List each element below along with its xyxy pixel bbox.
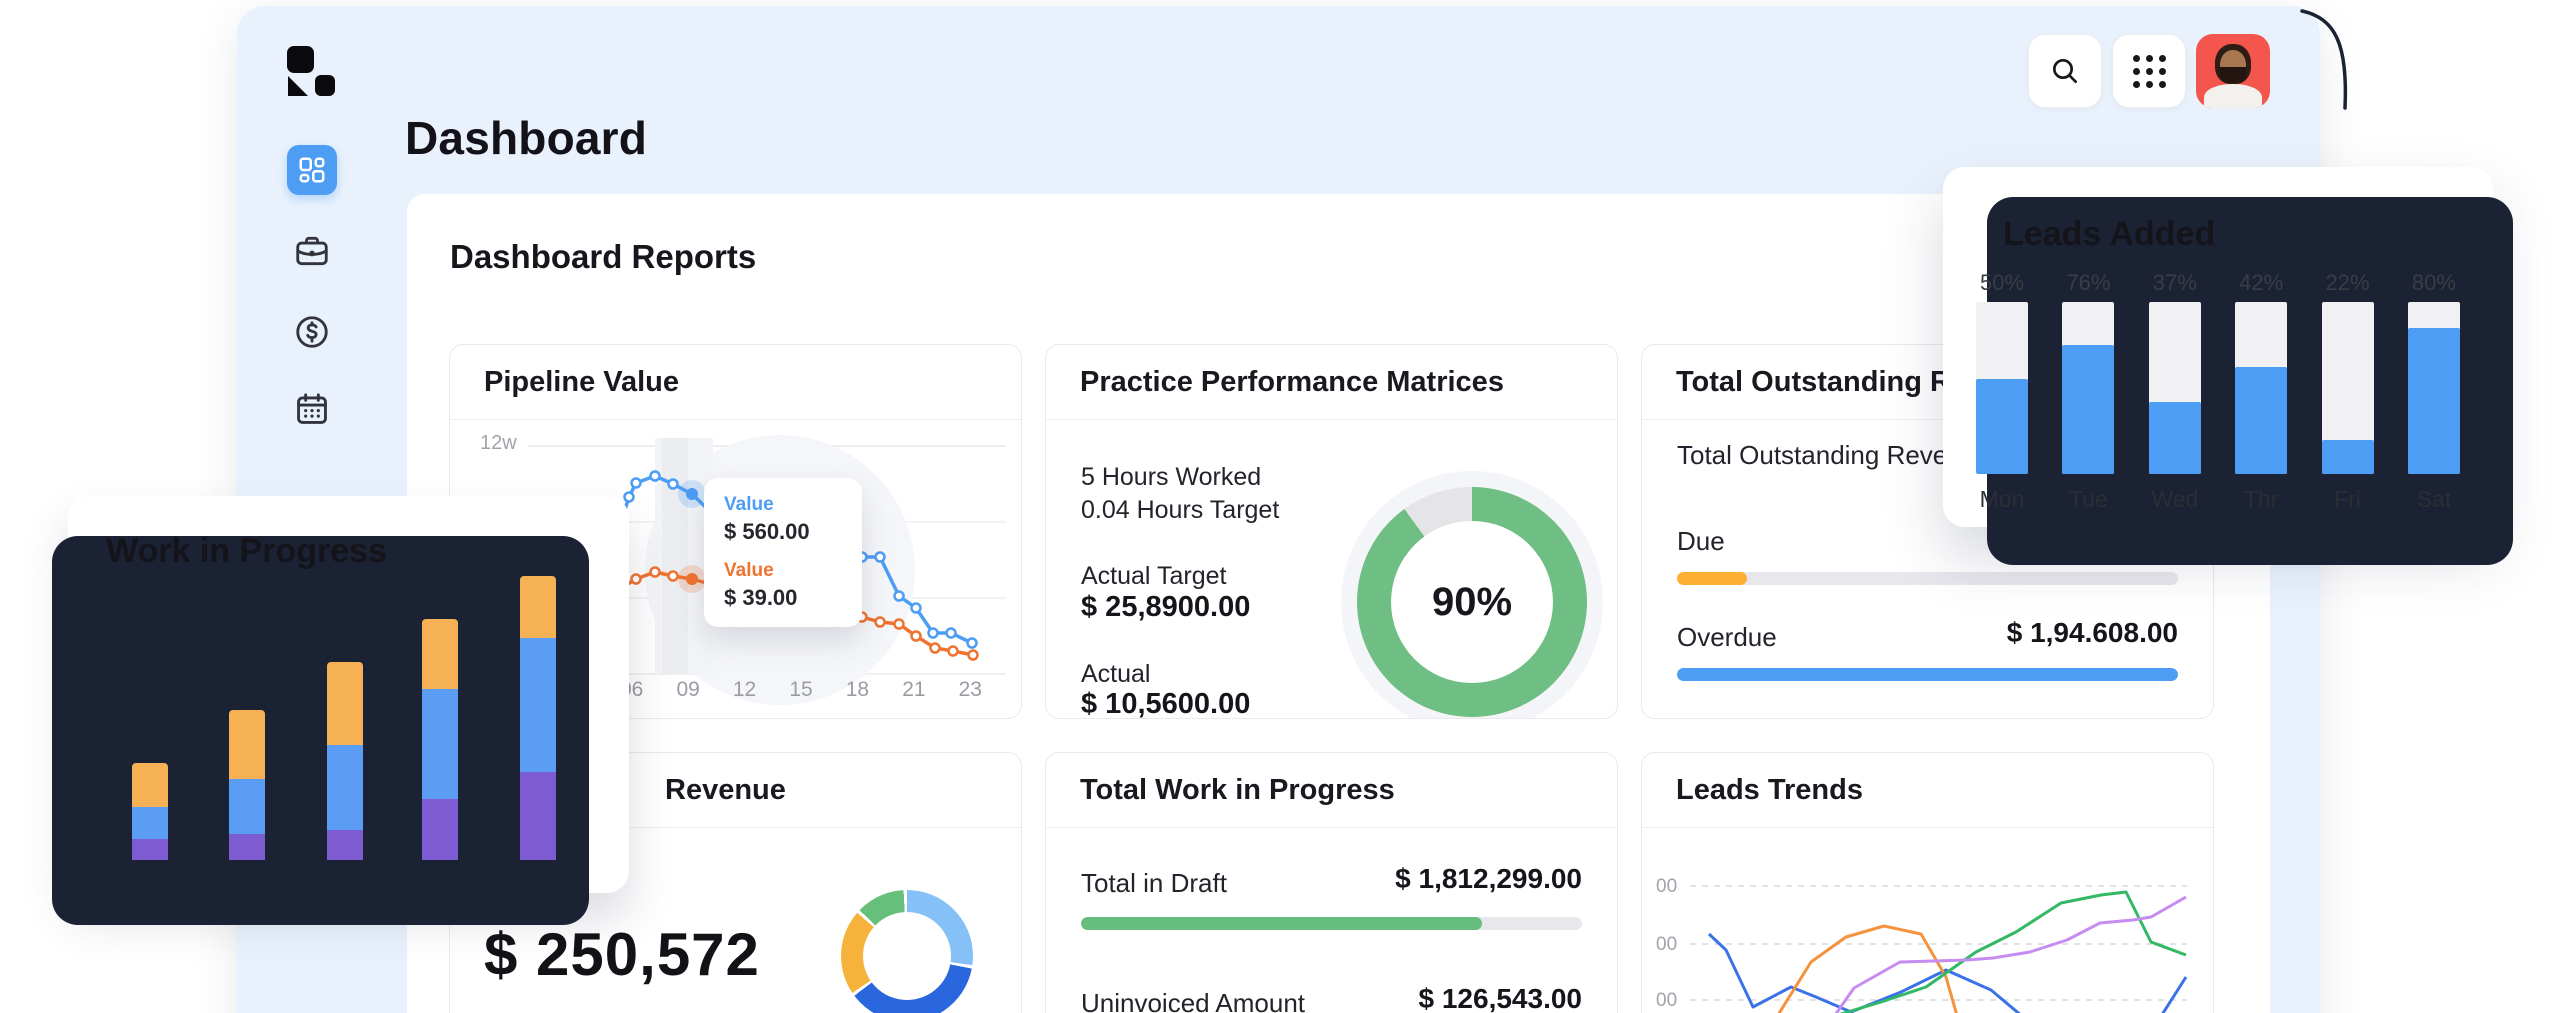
stacked-bar — [327, 662, 363, 860]
work-in-progress-chart — [68, 496, 629, 860]
due-progress — [1677, 572, 2178, 585]
total-in-draft-value: $ 1,812,299.00 — [1395, 863, 1582, 895]
bar-day: Wed — [2151, 486, 2198, 513]
stacked-bar — [229, 710, 265, 860]
trend-green — [1710, 892, 2186, 1013]
bar-percent: 37% — [2153, 270, 2197, 298]
apps-button[interactable] — [2112, 34, 2186, 108]
card-practice-performance: Practice Performance Matrices 5 Hours Wo… — [1045, 344, 1618, 719]
x-axis: 06 09 12 15 18 21 23 — [620, 678, 982, 702]
apps-grid-icon — [2133, 55, 2166, 88]
x-tick: 23 — [959, 678, 982, 702]
card-work-in-progress: Work in Progress — [68, 496, 629, 893]
dashboard-icon — [297, 155, 327, 185]
bar-percent: 76% — [2066, 270, 2110, 298]
bar-thr: 42% Thr — [2235, 270, 2287, 513]
bar-percent: 50% — [1980, 270, 2024, 298]
card-title: Total Work in Progress — [1080, 774, 1395, 807]
user-avatar[interactable] — [2196, 34, 2270, 108]
stacked-bar — [520, 576, 556, 860]
draft-progress — [1081, 917, 1582, 930]
actual-label: Actual — [1081, 660, 1150, 689]
donut-percent: 90% — [1432, 580, 1512, 625]
hours-worked: 5 Hours Worked — [1081, 463, 1261, 492]
hero-canvas: Dashboard — [0, 0, 2560, 1013]
card-total-wip: Total Work in Progress Total in Draft $ … — [1045, 752, 1618, 1013]
sidebar-item-matters[interactable] — [293, 232, 331, 270]
topbar — [2028, 34, 2270, 108]
sidebar-item-billing[interactable] — [293, 313, 331, 351]
bar-percent: 42% — [2239, 270, 2283, 298]
page-title: Dashboard — [405, 111, 647, 165]
y-tick: 00 — [1656, 934, 1677, 956]
y-tick: 00 — [1656, 876, 1677, 898]
tooltip-label: Value — [724, 494, 842, 516]
bar-day: Sat — [2417, 486, 2452, 513]
tooltip-value: $ 560.00 — [724, 519, 842, 545]
due-label: Due — [1677, 526, 1725, 557]
total-in-draft-label: Total in Draft — [1081, 868, 1227, 899]
card-title: Leads Added — [2003, 215, 2215, 254]
x-tick: 21 — [902, 678, 925, 702]
highlight-dot-blue — [686, 488, 698, 500]
sidebar-item-calendar[interactable] — [293, 390, 331, 428]
card-leads-trends: Leads Trends 00 00 00 — [1641, 752, 2214, 1013]
uninvoiced-label: Uninvoiced Amount — [1081, 988, 1305, 1013]
tooltip-value: $ 39.00 — [724, 585, 842, 611]
actual-target-label: Actual Target — [1081, 562, 1226, 591]
bar-fri: 22% Fri — [2322, 270, 2374, 513]
section-title: Dashboard Reports — [450, 238, 756, 276]
bar-day: Tue — [2069, 486, 2108, 513]
card-leads-added: Leads Added 50% Mon 76% Tue 37% Wed 42% … — [1943, 167, 2493, 527]
bar-percent: 22% — [2326, 270, 2370, 298]
hours-target: 0.04 Hours Target — [1081, 496, 1279, 525]
bar-percent: 80% — [2412, 270, 2456, 298]
bar-day: Mon — [1980, 486, 2025, 513]
search-button[interactable] — [2028, 34, 2102, 108]
bar-sat: 80% Sat — [2408, 270, 2460, 513]
card-title: Practice Performance Matrices — [1080, 366, 1504, 399]
x-tick: 12 — [733, 678, 756, 702]
x-tick: 15 — [789, 678, 812, 702]
card-title: Pipeline Value — [484, 366, 679, 399]
bar-day: Thr — [2244, 486, 2279, 513]
y-tick: 00 — [1656, 990, 1677, 1012]
leads-trends-chart — [1642, 828, 2213, 1013]
revenue-donut — [841, 890, 973, 1013]
overdue-value: $ 1,94.608.00 — [2007, 617, 2178, 649]
bar-tue: 76% Tue — [2062, 270, 2114, 513]
app-logo[interactable] — [287, 46, 335, 98]
highlight-dot-orange — [686, 573, 698, 585]
bar-day: Fri — [2334, 486, 2361, 513]
x-tick: 09 — [676, 678, 699, 702]
bar-wed: 37% Wed — [2149, 270, 2201, 513]
overdue-label: Overdue — [1677, 622, 1777, 653]
actual-value: $ 10,5600.00 — [1081, 688, 1250, 719]
x-tick: 18 — [846, 678, 869, 702]
actual-target-value: $ 25,8900.00 — [1081, 591, 1250, 624]
revenue-amount: $ 250,572 — [484, 920, 760, 989]
stacked-bar — [132, 763, 168, 860]
overdue-progress — [1677, 668, 2178, 681]
stacked-bar — [422, 619, 458, 860]
trend-violet — [1819, 897, 2186, 1013]
card-title: Leads Trends — [1676, 774, 1863, 807]
donut-halo: 90% — [1341, 471, 1603, 719]
tooltip-label: Value — [724, 560, 842, 582]
bar-mon: 50% Mon — [1976, 270, 2028, 513]
search-icon — [2049, 55, 2081, 87]
leads-added-chart: 50% Mon 76% Tue 37% Wed 42% Thr 22% — [1976, 270, 2460, 513]
sidebar-item-dashboard[interactable] — [287, 145, 337, 195]
uninvoiced-value: $ 126,543.00 — [1419, 983, 1583, 1013]
performance-donut: 90% — [1357, 487, 1587, 717]
chart-tooltip: Value $ 560.00 Value $ 39.00 — [704, 478, 862, 627]
